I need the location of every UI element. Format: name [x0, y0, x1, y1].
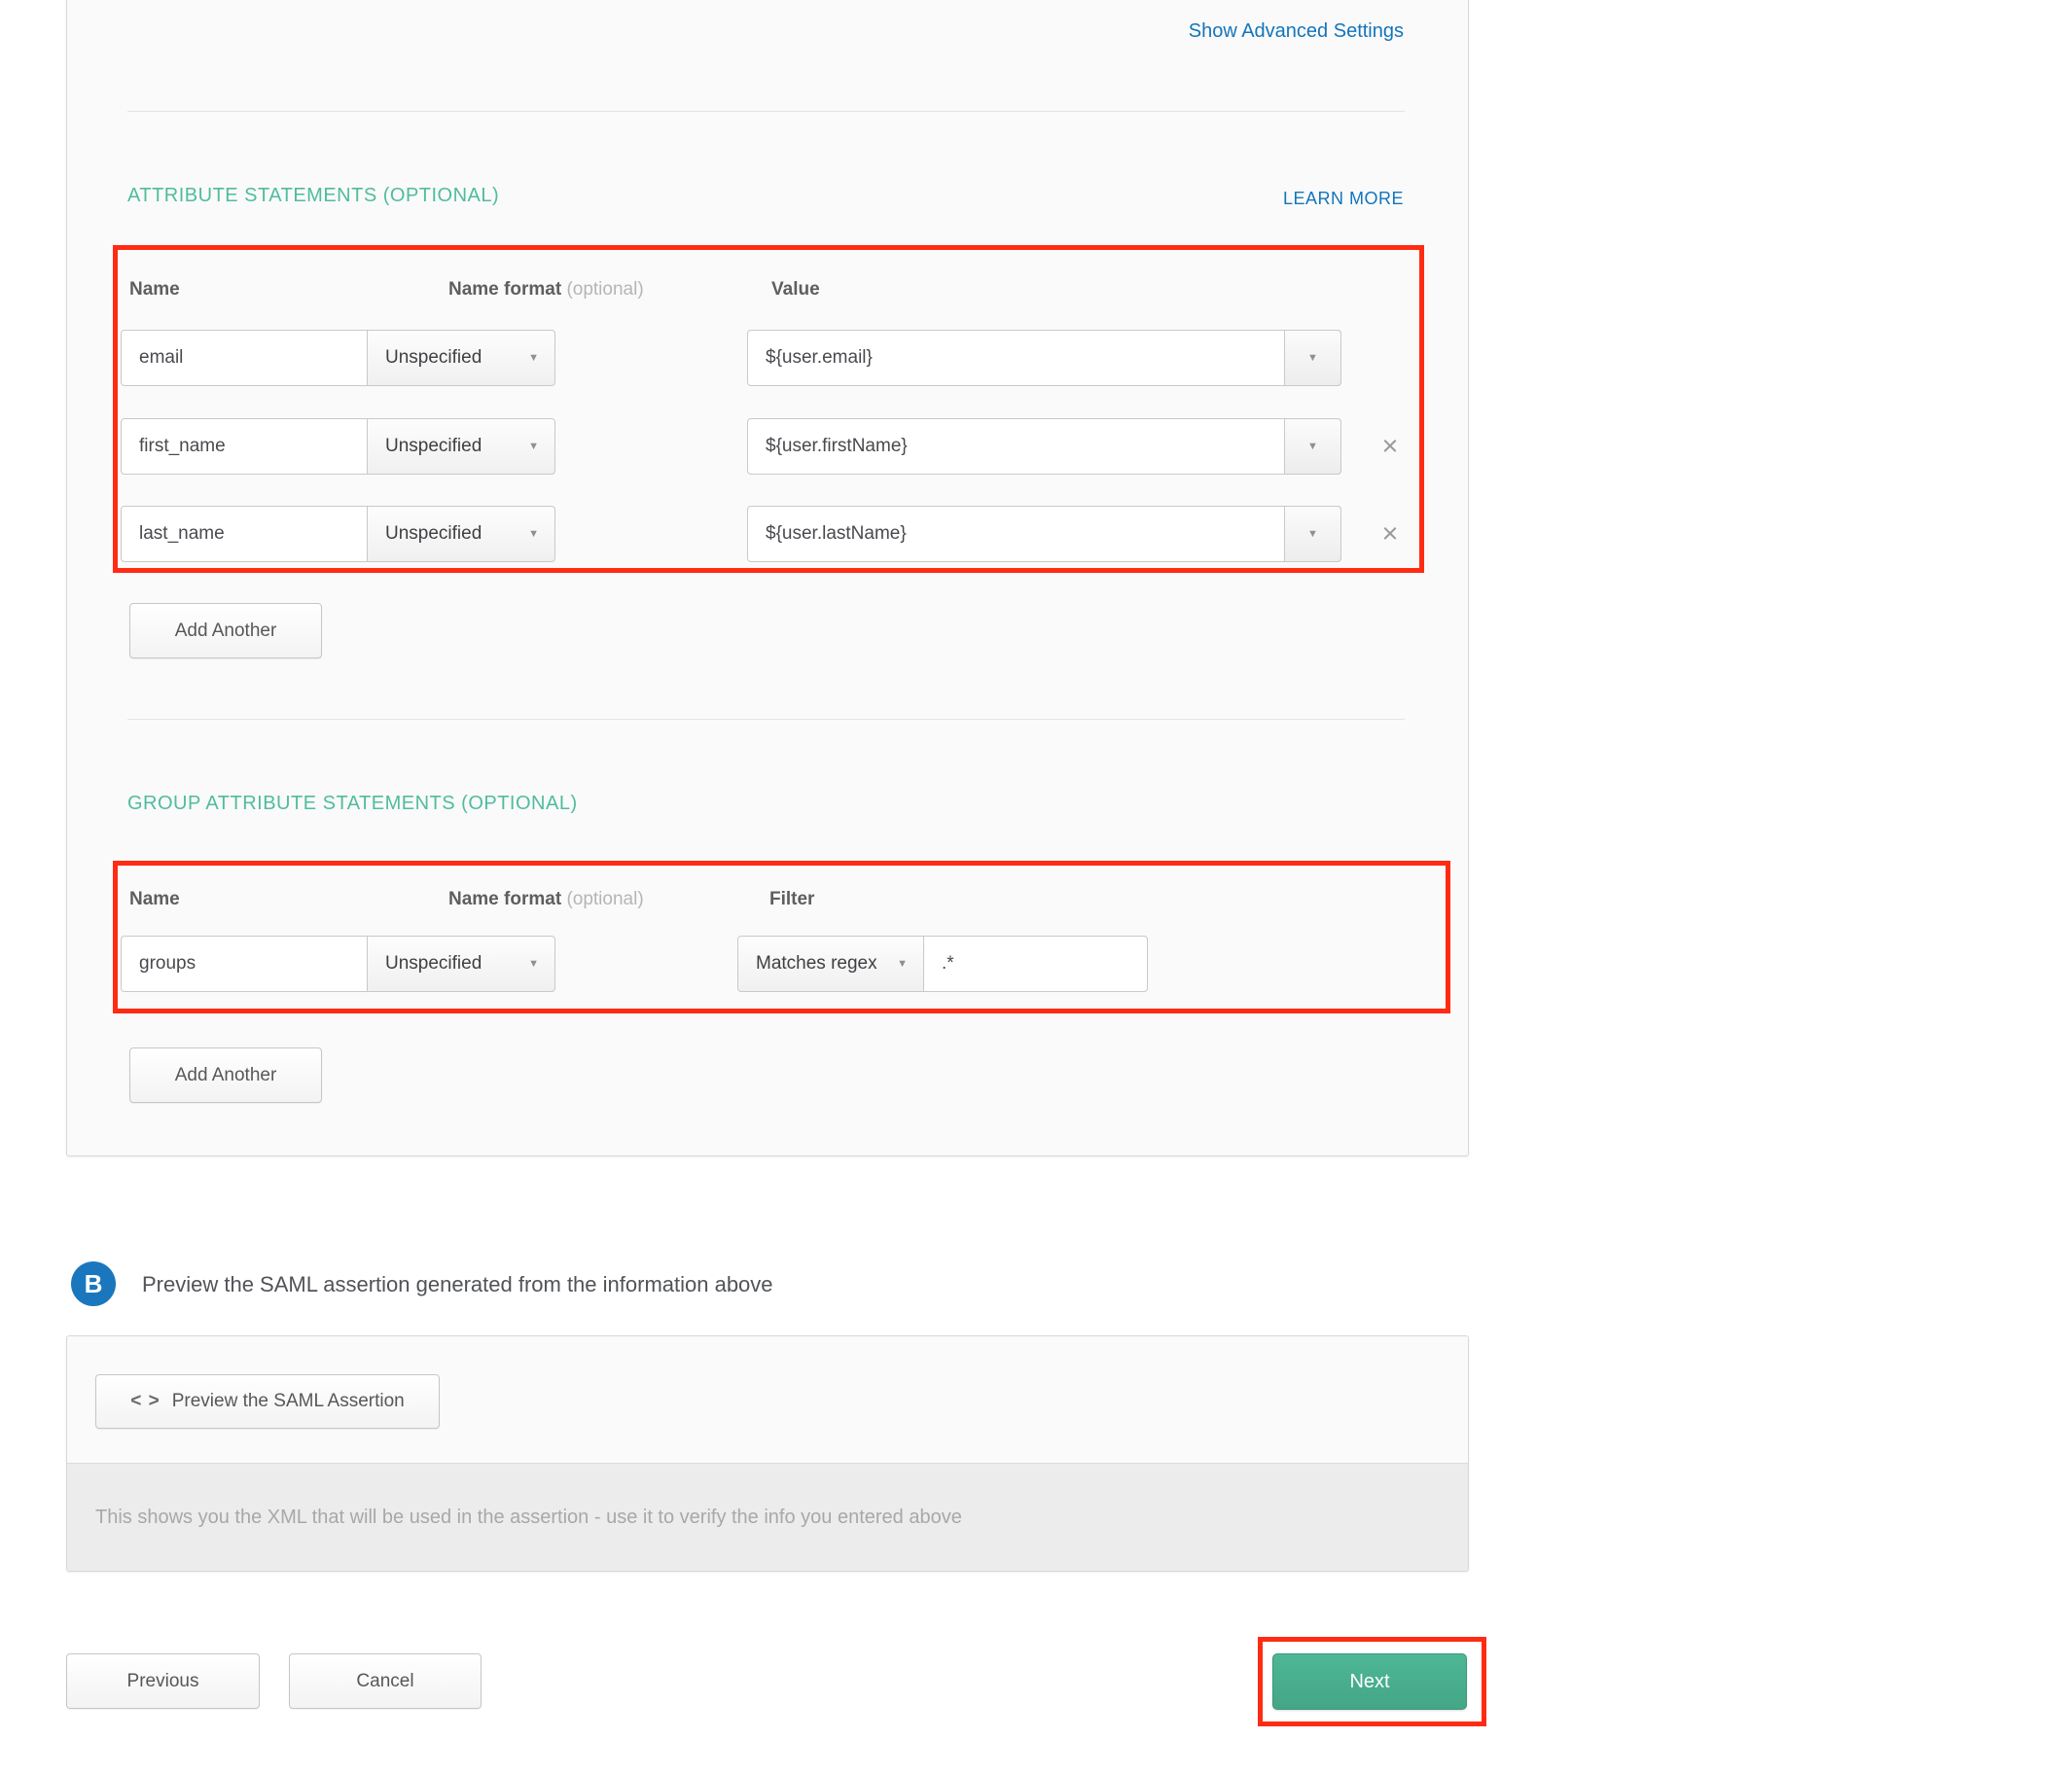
chevron-down-icon: ▼: [897, 958, 908, 970]
attribute-value-combo: ▼: [747, 330, 1341, 386]
attribute-row: Unspecified ▼ ▼ ×: [118, 418, 1419, 475]
column-header-filter: Filter: [769, 889, 814, 910]
attribute-name-input[interactable]: [121, 418, 368, 475]
attribute-name-input[interactable]: [121, 330, 368, 386]
name-format-selected-value: Unspecified: [385, 347, 482, 369]
filter-type-select[interactable]: Matches regex ▼: [737, 936, 924, 992]
column-header-value: Value: [771, 279, 820, 301]
learn-more-link[interactable]: LEARN MORE: [1283, 189, 1404, 209]
preview-saml-assertion-button[interactable]: < > Preview the SAML Assertion: [95, 1374, 440, 1429]
remove-row-button[interactable]: ×: [1375, 431, 1406, 462]
attribute-value-input[interactable]: [747, 506, 1341, 562]
filter-value-input[interactable]: [923, 936, 1148, 992]
attribute-value-combo: ▼: [747, 418, 1341, 475]
step-b-badge: B: [71, 1261, 116, 1306]
attribute-row: Unspecified ▼ ▼: [118, 330, 1419, 386]
saml-settings-panel: Show Advanced Settings ATTRIBUTE STATEME…: [66, 0, 1469, 1156]
chevron-down-icon: ▼: [528, 528, 539, 540]
attribute-value-input[interactable]: [747, 330, 1341, 386]
preview-help-footer: This shows you the XML that will be used…: [67, 1463, 1468, 1571]
group-name-input[interactable]: [121, 936, 368, 992]
column-header-optional-note: (optional): [566, 279, 643, 300]
group-attribute-statements-annotation: Name Name format (optional) Filter Unspe…: [113, 861, 1450, 1013]
column-header-name-format-text: Name format: [448, 889, 561, 909]
remove-row-button[interactable]: ×: [1375, 518, 1406, 550]
chevron-down-icon: ▼: [528, 352, 539, 364]
attribute-value-input[interactable]: [747, 418, 1341, 475]
add-another-button[interactable]: Add Another: [129, 1047, 322, 1103]
group-attribute-row: Unspecified ▼ Matches regex ▼: [118, 936, 1446, 992]
name-format-selected-value: Unspecified: [385, 953, 482, 975]
attribute-row: Unspecified ▼ ▼ ×: [118, 506, 1419, 562]
chevron-down-icon: ▼: [528, 441, 539, 452]
add-another-button[interactable]: Add Another: [129, 603, 322, 658]
column-header-name: Name: [129, 279, 180, 301]
name-format-select[interactable]: Unspecified ▼: [367, 936, 555, 992]
attribute-value-combo: ▼: [747, 506, 1341, 562]
next-button-annotation: Next: [1258, 1637, 1486, 1726]
attribute-statements-title: ATTRIBUTE STATEMENTS (OPTIONAL): [127, 185, 499, 207]
attribute-name-input[interactable]: [121, 506, 368, 562]
name-format-selected-value: Unspecified: [385, 523, 482, 545]
value-dropdown-button[interactable]: ▼: [1284, 330, 1341, 386]
show-advanced-settings-link[interactable]: Show Advanced Settings: [1189, 20, 1404, 43]
column-header-name-format: Name format (optional): [448, 889, 644, 910]
column-header-name-format-text: Name format: [448, 279, 561, 300]
column-header-optional-note: (optional): [566, 889, 643, 909]
attribute-statements-annotation: Name Name format (optional) Value Unspec…: [113, 245, 1424, 573]
preview-help-text: This shows you the XML that will be used…: [95, 1507, 962, 1529]
preview-button-label: Preview the SAML Assertion: [172, 1391, 405, 1412]
saml-settings-page: Show Advanced Settings ATTRIBUTE STATEME…: [0, 0, 2072, 1774]
divider: [127, 111, 1405, 112]
group-attribute-statements-title: GROUP ATTRIBUTE STATEMENTS (OPTIONAL): [127, 793, 578, 815]
name-format-selected-value: Unspecified: [385, 436, 482, 457]
cancel-button[interactable]: Cancel: [289, 1653, 482, 1709]
name-format-select[interactable]: Unspecified ▼: [367, 506, 555, 562]
value-dropdown-button[interactable]: ▼: [1284, 418, 1341, 475]
name-format-select[interactable]: Unspecified ▼: [367, 330, 555, 386]
chevron-down-icon: ▼: [1307, 352, 1318, 364]
name-format-select[interactable]: Unspecified ▼: [367, 418, 555, 475]
next-button[interactable]: Next: [1272, 1653, 1467, 1710]
value-dropdown-button[interactable]: ▼: [1284, 506, 1341, 562]
filter-type-selected-value: Matches regex: [756, 953, 877, 975]
code-icon: < >: [130, 1391, 160, 1412]
divider: [127, 719, 1405, 720]
step-b-heading: Preview the SAML assertion generated fro…: [142, 1272, 773, 1297]
preview-assertion-panel: < > Preview the SAML Assertion This show…: [66, 1335, 1469, 1572]
previous-button[interactable]: Previous: [66, 1653, 260, 1709]
column-header-name-format: Name format (optional): [448, 279, 644, 301]
chevron-down-icon: ▼: [1307, 441, 1318, 452]
chevron-down-icon: ▼: [1307, 528, 1318, 540]
chevron-down-icon: ▼: [528, 958, 539, 970]
column-header-name: Name: [129, 889, 180, 910]
